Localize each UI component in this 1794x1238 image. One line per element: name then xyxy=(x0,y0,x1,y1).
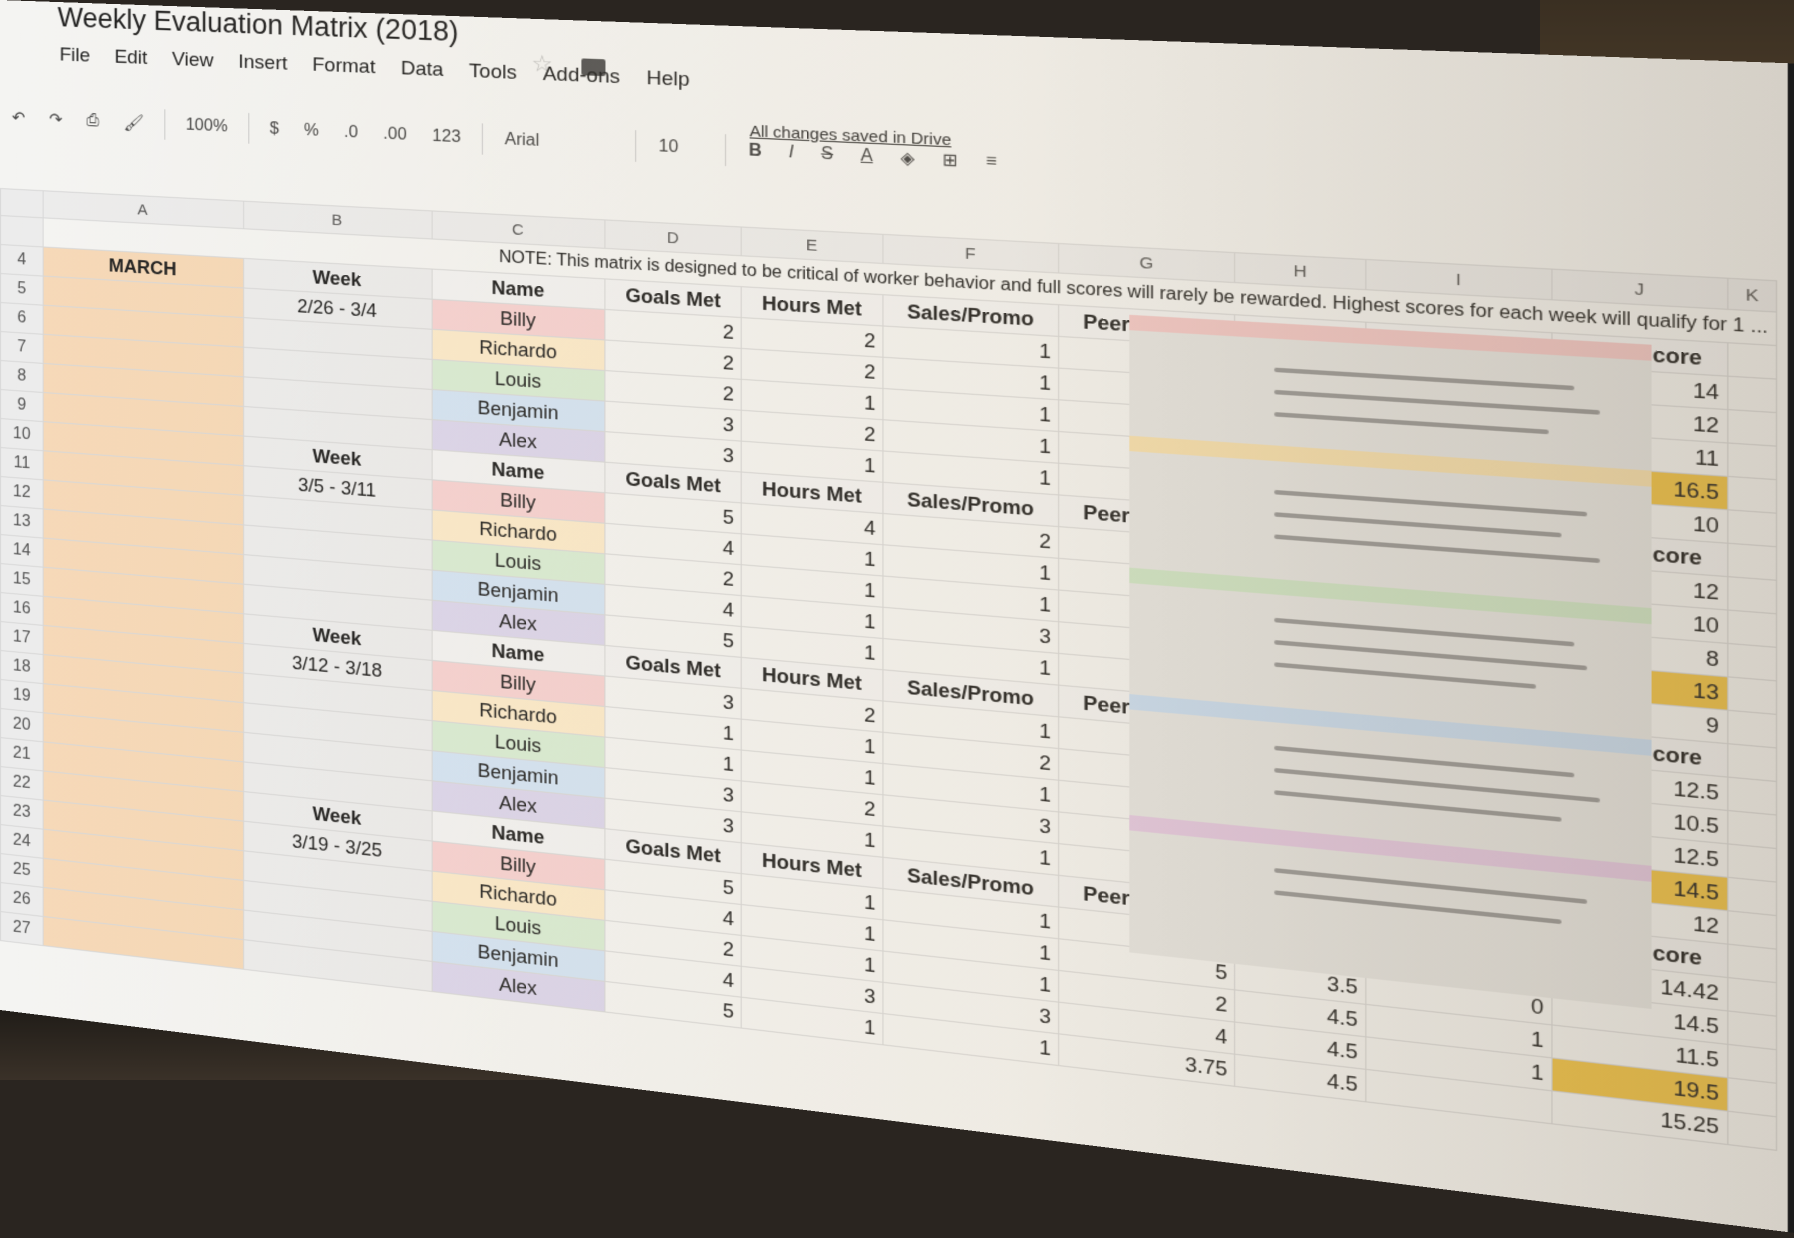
bold-button[interactable]: B xyxy=(735,141,775,162)
more-formats-button[interactable]: 123 xyxy=(419,127,473,148)
row-number[interactable]: 16 xyxy=(0,592,44,626)
row-number[interactable]: 7 xyxy=(0,331,44,364)
undo-icon[interactable]: ↶ xyxy=(0,107,37,129)
legend-text-line xyxy=(1274,412,1549,435)
row-number[interactable]: 21 xyxy=(0,737,44,771)
redo-icon[interactable]: ↷ xyxy=(37,109,74,131)
legend-text-line xyxy=(1274,512,1562,538)
zoom-select[interactable]: 100% xyxy=(173,116,239,137)
menu-data[interactable]: Data xyxy=(401,58,444,83)
toolbar-divider xyxy=(248,113,250,144)
empty-cell[interactable] xyxy=(1727,442,1777,480)
legend-text-line xyxy=(1274,662,1537,689)
empty-cell[interactable] xyxy=(1727,476,1777,514)
empty-cell[interactable] xyxy=(1727,1111,1777,1151)
empty-cell[interactable] xyxy=(1727,910,1777,950)
decrease-decimal-button[interactable]: .0 xyxy=(331,123,370,143)
align-icon[interactable]: ≡ xyxy=(972,152,1011,173)
row-number[interactable]: 13 xyxy=(0,505,44,539)
row-number[interactable]: 19 xyxy=(0,679,44,713)
paint-format-icon[interactable]: 🖌 xyxy=(111,112,156,134)
toolbar-divider xyxy=(725,134,727,167)
menu-help[interactable]: Help xyxy=(646,67,689,92)
legend-text-line xyxy=(1274,489,1588,517)
empty-cell[interactable] xyxy=(1727,543,1777,581)
legend-band-peer xyxy=(1129,694,1652,756)
font-select[interactable]: Arial xyxy=(492,130,627,155)
italic-button[interactable]: I xyxy=(775,143,807,164)
row-number[interactable] xyxy=(0,215,44,247)
row-number[interactable]: 12 xyxy=(0,476,44,509)
empty-cell[interactable] xyxy=(1727,409,1777,447)
row-number[interactable]: 10 xyxy=(0,418,44,451)
toolbar-divider xyxy=(482,123,484,155)
toolbar-divider xyxy=(635,130,637,162)
empty-cell[interactable] xyxy=(1727,710,1777,748)
row-number[interactable]: 24 xyxy=(0,824,44,859)
empty-cell[interactable] xyxy=(1727,877,1777,916)
legend-text-line xyxy=(1274,389,1600,415)
menu-insert[interactable]: Insert xyxy=(238,51,287,75)
empty-cell[interactable] xyxy=(1727,1077,1777,1117)
row-number[interactable]: 20 xyxy=(0,708,44,742)
empty-cell[interactable] xyxy=(1727,576,1777,614)
row-number[interactable]: 11 xyxy=(0,447,44,480)
scoring-legend-panel xyxy=(1129,314,1652,1010)
percent-button[interactable]: % xyxy=(292,121,332,141)
row-number[interactable]: 15 xyxy=(0,563,44,597)
corner-cell[interactable] xyxy=(0,188,44,218)
empty-cell[interactable] xyxy=(1727,610,1777,648)
empty-cell[interactable] xyxy=(1727,509,1777,547)
text-color-button[interactable]: A xyxy=(847,146,887,167)
legend-band-sales xyxy=(1129,567,1652,625)
row-number[interactable]: 6 xyxy=(0,302,44,335)
row-number[interactable]: 22 xyxy=(0,766,44,801)
row-number[interactable]: 8 xyxy=(0,360,44,393)
menu-bar: File Edit View Insert Format Data Tools … xyxy=(60,44,690,92)
font-size-select[interactable]: 10 xyxy=(645,137,716,159)
empty-cell[interactable] xyxy=(1727,944,1777,983)
empty-cell[interactable] xyxy=(1727,843,1777,883)
row-number[interactable]: 23 xyxy=(0,795,44,830)
row-number[interactable]: 18 xyxy=(0,650,44,684)
empty-cell[interactable] xyxy=(1727,777,1777,815)
row-number[interactable]: 4 xyxy=(0,244,44,277)
legend-band-hours xyxy=(1129,435,1652,487)
empty-cell[interactable] xyxy=(1727,643,1777,681)
legend-text-line xyxy=(1274,617,1575,647)
legend-text-line xyxy=(1274,534,1600,564)
currency-button[interactable]: $ xyxy=(257,120,291,140)
empty-cell[interactable] xyxy=(1727,977,1777,1017)
menu-file[interactable]: File xyxy=(60,44,91,67)
empty-cell[interactable] xyxy=(1727,1010,1777,1050)
increase-decimal-button[interactable]: .00 xyxy=(371,125,420,146)
empty-cell[interactable] xyxy=(1727,676,1777,715)
empty-cell[interactable] xyxy=(1727,810,1777,849)
strikethrough-button[interactable]: S xyxy=(807,144,846,165)
empty-cell[interactable] xyxy=(1727,342,1777,380)
toolbar-divider xyxy=(164,109,166,140)
menu-addons[interactable]: Add-ons xyxy=(543,63,620,89)
menu-view[interactable]: View xyxy=(172,49,214,73)
menu-edit[interactable]: Edit xyxy=(114,46,147,70)
legend-text-line xyxy=(1274,367,1575,391)
row-number[interactable]: 17 xyxy=(0,621,44,655)
row-number[interactable]: 5 xyxy=(0,273,44,306)
menu-tools[interactable]: Tools xyxy=(469,60,517,85)
doc-title[interactable]: Weekly Evaluation Matrix (2018) xyxy=(58,2,459,48)
empty-cell[interactable] xyxy=(1727,1044,1777,1084)
column-header[interactable]: K xyxy=(1727,278,1777,312)
empty-cell[interactable] xyxy=(1727,376,1777,413)
row-number[interactable]: 27 xyxy=(0,911,44,946)
menu-format[interactable]: Format xyxy=(312,54,375,79)
row-number[interactable]: 9 xyxy=(0,389,44,422)
borders-icon[interactable]: ⊞ xyxy=(928,149,971,173)
legend-band-protocol xyxy=(1129,814,1652,882)
empty-cell[interactable] xyxy=(1727,743,1777,782)
print-icon[interactable]: ⎙ xyxy=(74,111,111,131)
row-number[interactable]: 14 xyxy=(0,534,44,568)
fill-color-icon[interactable]: ◈ xyxy=(887,147,929,171)
